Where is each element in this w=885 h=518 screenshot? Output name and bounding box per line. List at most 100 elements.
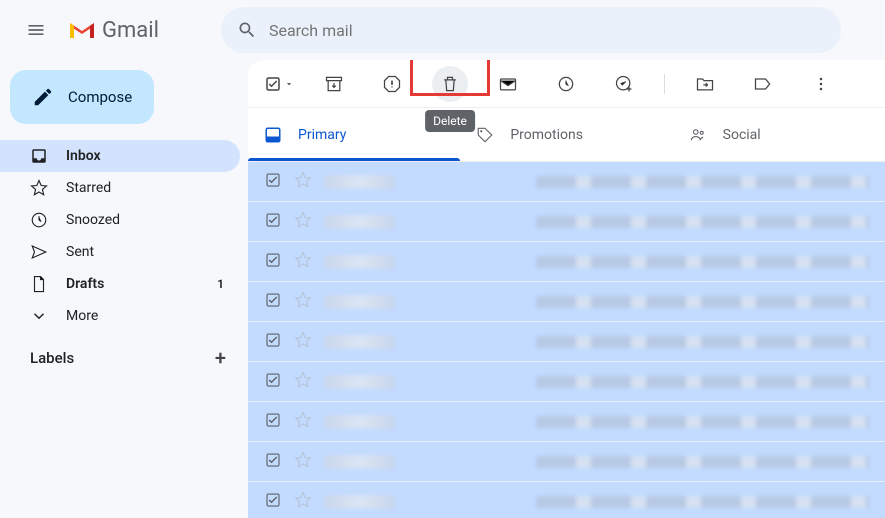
sender-redacted — [324, 415, 394, 429]
row-checkbox[interactable] — [264, 291, 282, 313]
move-to-button[interactable] — [687, 66, 723, 102]
subject-redacted — [536, 176, 869, 188]
labels-button[interactable] — [745, 66, 781, 102]
archive-button[interactable] — [316, 66, 352, 102]
delete-tooltip: Delete — [425, 110, 475, 132]
email-row[interactable] — [248, 362, 885, 402]
row-checkbox[interactable] — [264, 411, 282, 433]
subject-redacted — [536, 216, 869, 228]
sidebar-item-more[interactable]: More — [0, 300, 240, 332]
email-row[interactable] — [248, 162, 885, 202]
email-row[interactable] — [248, 242, 885, 282]
chevron-down-icon — [30, 307, 48, 325]
trash-icon — [440, 74, 460, 94]
email-row[interactable] — [248, 202, 885, 242]
row-checkbox[interactable] — [264, 491, 282, 513]
content-area: Delete — [248, 60, 885, 518]
sender-redacted — [324, 215, 394, 229]
tab-label: Primary — [298, 127, 346, 143]
people-icon — [689, 126, 707, 144]
row-checkbox[interactable] — [264, 171, 282, 193]
search-bar[interactable] — [221, 7, 841, 53]
add-label-button[interactable]: + — [215, 346, 226, 370]
row-star[interactable] — [294, 411, 312, 433]
star-icon — [30, 179, 48, 197]
sidebar-item-snoozed[interactable]: Snoozed — [0, 204, 240, 236]
gmail-logo-icon — [68, 19, 96, 41]
row-star[interactable] — [294, 491, 312, 513]
sidebar-item-sent[interactable]: Sent — [0, 236, 240, 268]
compose-label: Compose — [68, 88, 132, 106]
sidebar-item-drafts[interactable]: Drafts 1 — [0, 268, 240, 300]
row-star[interactable] — [294, 291, 312, 313]
sender-redacted — [324, 295, 394, 309]
pencil-icon — [32, 86, 54, 108]
subject-redacted — [536, 496, 869, 508]
search-icon — [237, 20, 257, 40]
sender-redacted — [324, 335, 394, 349]
subject-redacted — [536, 456, 869, 468]
sidebar-item-inbox[interactable]: Inbox — [0, 140, 240, 172]
mark-unread-button[interactable] — [490, 66, 526, 102]
sidebar-item-label: Sent — [66, 244, 94, 260]
main-menu-button[interactable] — [16, 10, 56, 50]
subject-redacted — [536, 256, 869, 268]
send-icon — [30, 243, 48, 261]
row-star[interactable] — [294, 171, 312, 193]
email-row[interactable] — [248, 482, 885, 518]
archive-icon — [324, 74, 344, 94]
row-checkbox[interactable] — [264, 211, 282, 233]
add-task-button[interactable] — [606, 66, 642, 102]
gmail-logo-text: Gmail — [102, 18, 159, 43]
sender-redacted — [324, 455, 394, 469]
sidebar-item-label: More — [66, 308, 98, 324]
row-checkbox[interactable] — [264, 251, 282, 273]
labels-header: Labels + — [8, 332, 240, 370]
row-checkbox[interactable] — [264, 451, 282, 473]
folder-move-icon — [695, 74, 715, 94]
delete-button[interactable]: Delete — [432, 66, 468, 102]
subject-redacted — [536, 416, 869, 428]
search-input[interactable] — [269, 21, 825, 40]
sidebar-item-label: Starred — [66, 180, 111, 196]
sidebar-item-label: Inbox — [66, 148, 101, 164]
row-checkbox[interactable] — [264, 371, 282, 393]
inbox-icon — [30, 147, 48, 165]
inbox-tab-icon — [264, 126, 282, 144]
row-star[interactable] — [294, 371, 312, 393]
row-star[interactable] — [294, 451, 312, 473]
compose-button[interactable]: Compose — [10, 70, 154, 124]
gmail-logo[interactable]: Gmail — [68, 18, 159, 43]
header: Gmail — [0, 0, 885, 60]
file-icon — [30, 275, 48, 293]
tab-social[interactable]: Social — [673, 108, 885, 161]
toolbar: Delete — [248, 60, 885, 108]
subject-redacted — [536, 336, 869, 348]
hamburger-icon — [26, 20, 46, 40]
row-checkbox[interactable] — [264, 331, 282, 353]
row-star[interactable] — [294, 331, 312, 353]
select-all-checkbox[interactable] — [264, 75, 294, 93]
snooze-button[interactable] — [548, 66, 584, 102]
email-row[interactable] — [248, 282, 885, 322]
sender-redacted — [324, 375, 394, 389]
email-row[interactable] — [248, 322, 885, 362]
sidebar-item-starred[interactable]: Starred — [0, 172, 240, 204]
sidebar-item-label: Drafts — [66, 276, 104, 292]
subject-redacted — [536, 376, 869, 388]
more-vert-icon — [811, 74, 831, 94]
tab-label: Promotions — [510, 127, 583, 143]
report-spam-button[interactable] — [374, 66, 410, 102]
clock-icon — [30, 211, 48, 229]
sender-redacted — [324, 495, 394, 509]
clock-icon — [556, 74, 576, 94]
email-row[interactable] — [248, 402, 885, 442]
dropdown-arrow-icon — [284, 79, 294, 89]
email-row[interactable] — [248, 442, 885, 482]
tab-promotions[interactable]: Promotions — [460, 108, 672, 161]
row-star[interactable] — [294, 251, 312, 273]
checkbox-checked-icon — [264, 75, 282, 93]
more-button[interactable] — [803, 66, 839, 102]
category-tabs: Primary Promotions Social — [248, 108, 885, 162]
row-star[interactable] — [294, 211, 312, 233]
